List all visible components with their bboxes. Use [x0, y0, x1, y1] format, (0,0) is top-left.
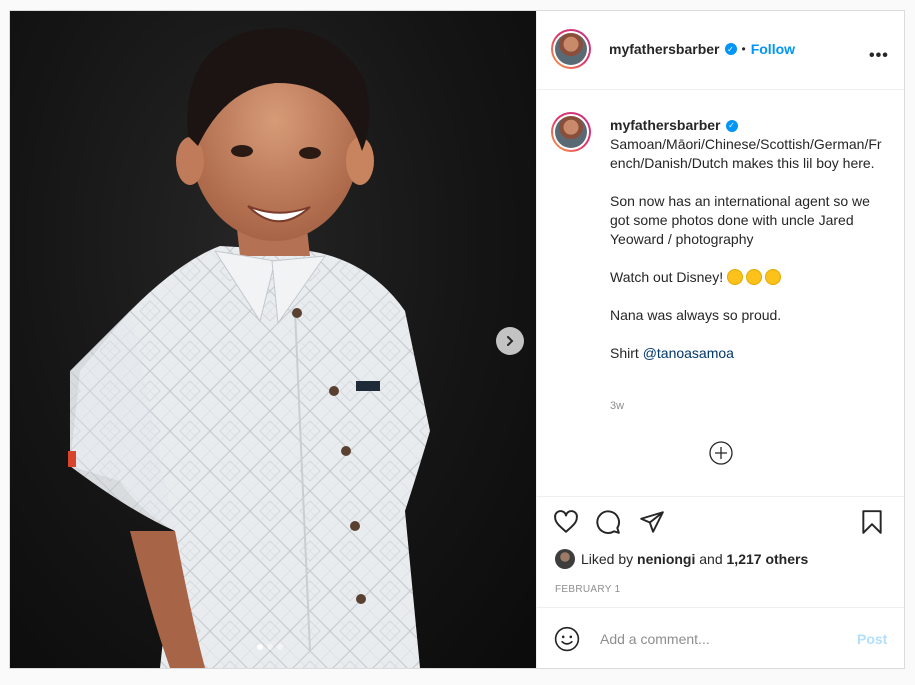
follow-button[interactable]: Follow [751, 41, 795, 57]
liker-avatar[interactable] [555, 549, 575, 569]
liker-username[interactable]: neniongi [637, 551, 695, 567]
post-container: myfathersbarber ✓ • Follow ••• myfathers… [9, 10, 905, 669]
slide-dot [277, 644, 283, 650]
separator: • [741, 42, 746, 56]
likes-count[interactable]: 1,217 others [727, 551, 809, 567]
bookmark-icon[interactable] [859, 509, 885, 535]
comment-icon[interactable] [595, 509, 621, 535]
sweat-smile-emoji-icon [745, 269, 762, 285]
likes-summary: Liked by neniongi and 1,217 others [555, 549, 808, 569]
mention-link[interactable]: @tanoasamoa [643, 345, 734, 361]
comment-bar: Post [537, 607, 904, 668]
caption-username[interactable]: myfathersbarber [610, 116, 721, 135]
likes-prefix: Liked by [581, 551, 638, 567]
post-header: myfathersbarber ✓ • Follow ••• [537, 11, 904, 90]
more-icon[interactable]: ••• [869, 47, 889, 65]
share-icon[interactable] [639, 509, 665, 535]
caption-line: Nana was always so proud. [610, 307, 782, 323]
post-side-panel: myfathersbarber ✓ • Follow ••• myfathers… [536, 11, 904, 668]
caption-text: myfathersbarber ✓ Samoan/Māori/Chinese/S… [610, 116, 882, 382]
post-comment-button[interactable]: Post [857, 631, 887, 647]
caption-line: Watch out Disney! [610, 268, 882, 287]
caption-line: Samoan/Māori/Chinese/Scottish/German/Fre… [610, 136, 882, 171]
emoji-icon[interactable] [554, 626, 580, 652]
slide-indicator [257, 644, 283, 650]
author-username[interactable]: myfathersbarber [609, 41, 720, 57]
laughing-emoji-icon [726, 269, 743, 285]
avatar-image [555, 33, 587, 65]
author-avatar[interactable] [551, 29, 591, 69]
caption-line-text: Watch out Disney! [610, 269, 724, 285]
next-slide-button[interactable] [496, 327, 524, 355]
likes-text: Liked by neniongi and 1,217 others [581, 551, 808, 567]
avatar-image [555, 116, 587, 148]
post-time[interactable]: 3w [610, 400, 624, 412]
post-photo [68, 28, 430, 668]
chevron-right-icon [507, 336, 514, 346]
wink-emoji-icon [764, 269, 781, 285]
heart-icon[interactable] [553, 509, 579, 535]
slide-dot-active [257, 644, 263, 650]
verified-icon: ✓ [725, 119, 738, 132]
slide-dot [267, 644, 273, 650]
comment-input[interactable] [598, 626, 842, 652]
verified-icon: ✓ [724, 43, 737, 55]
add-circle-icon[interactable] [709, 441, 733, 465]
likes-middle: and [695, 551, 727, 567]
post-media[interactable] [10, 11, 536, 668]
action-bar [553, 509, 893, 539]
caption-line: Shirt @tanoasamoa [610, 344, 882, 363]
caption-area: myfathersbarber ✓ Samoan/Māori/Chinese/S… [537, 91, 904, 497]
caption-line-text: Shirt [610, 345, 643, 361]
caption-avatar[interactable] [551, 112, 591, 152]
post-date[interactable]: FEBRUARY 1 [555, 584, 620, 595]
caption-line: Son now has an international agent so we… [610, 193, 870, 247]
